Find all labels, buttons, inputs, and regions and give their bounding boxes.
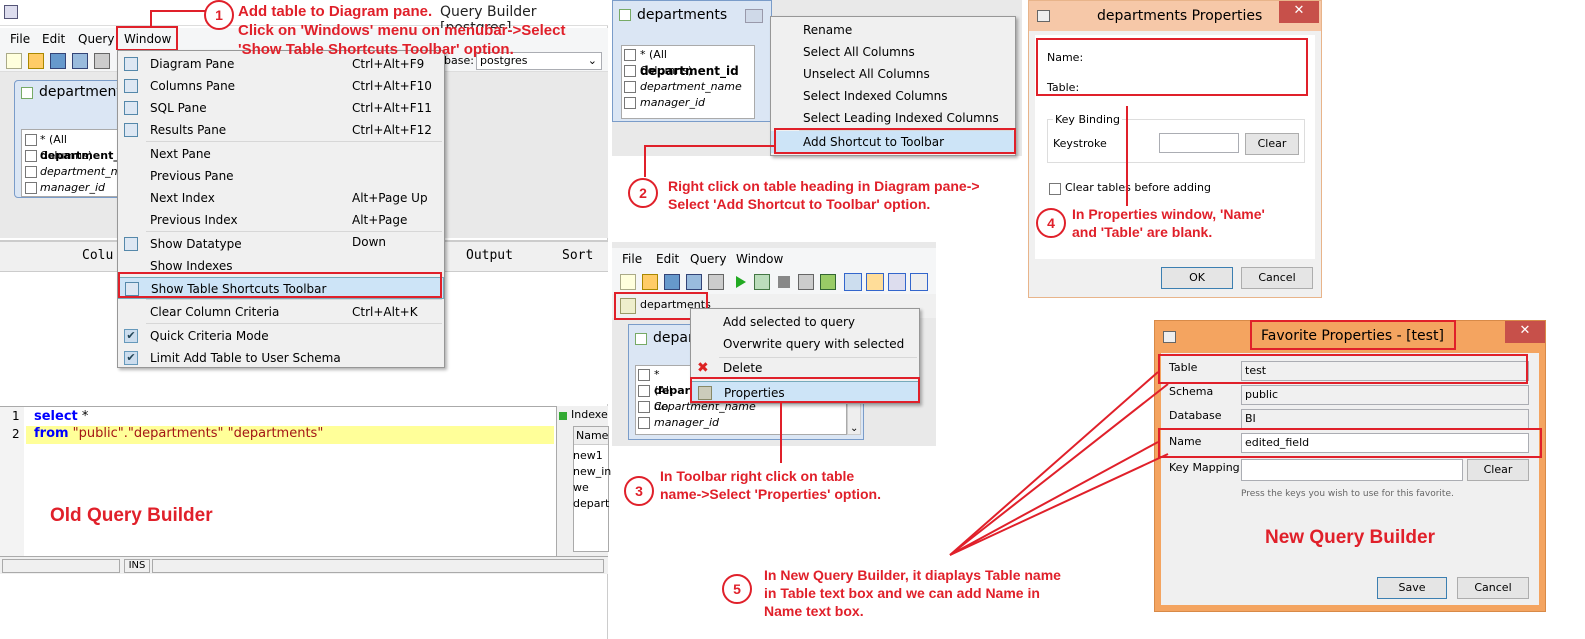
step5-connectors [949,371,1169,556]
step5-marker: 5 [722,574,752,604]
step5-line-a [949,371,1159,556]
step5-line-c [949,441,1159,556]
step5-text: In New Query Builder, it diaplays Table … [764,567,1061,619]
show-toolbar-highlight [118,272,442,298]
